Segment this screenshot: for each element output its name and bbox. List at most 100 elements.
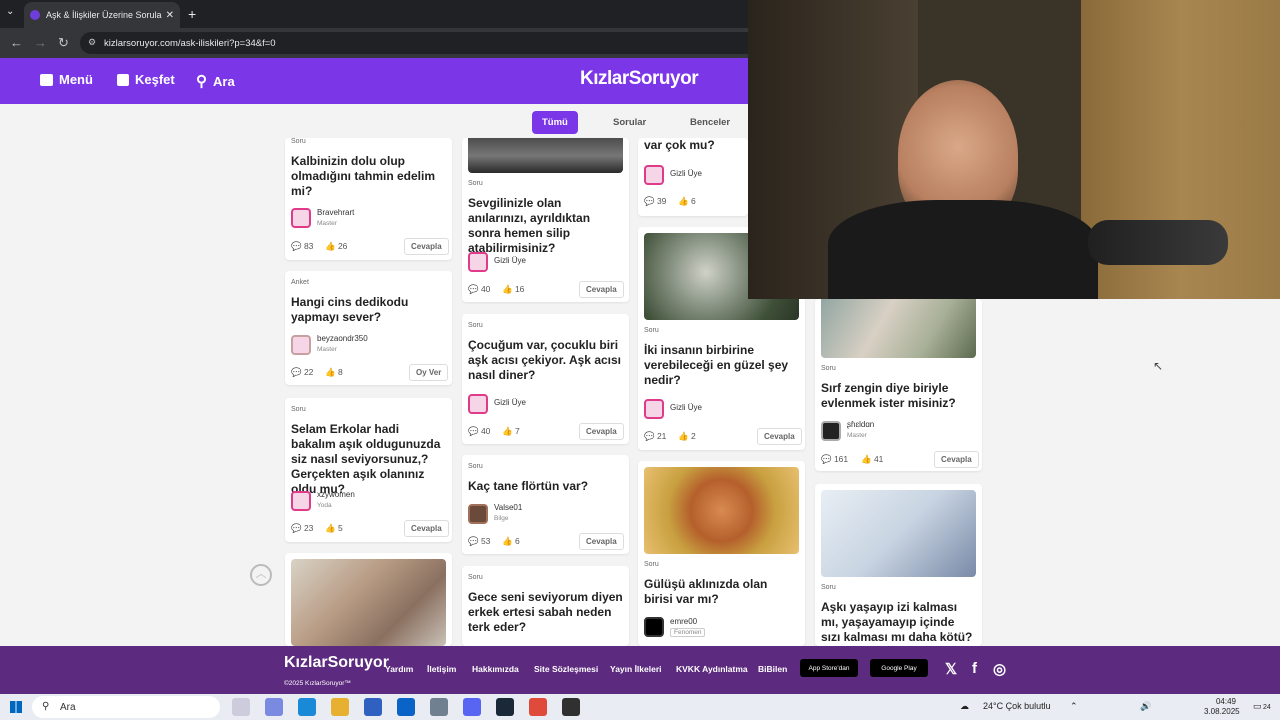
like-count[interactable]: 👍 6 <box>502 536 520 547</box>
avatar[interactable] <box>468 504 488 524</box>
like-count[interactable]: 👍 41 <box>861 454 883 465</box>
forward-icon[interactable]: → <box>34 35 47 50</box>
footer-link-kvkk[interactable]: KVKK Aydınlatma <box>676 664 748 674</box>
clock-date[interactable]: 3.08.2025 <box>1204 707 1240 716</box>
url-field[interactable]: ⚙ kizlarsoruyor.com/ask-iliskileri?p=34&… <box>80 32 780 54</box>
photos-icon[interactable] <box>430 698 448 716</box>
card-title[interactable]: Selam Erkolar hadi bakalım aşık oldugunu… <box>291 422 446 497</box>
question-card[interactable]: Soru Çocuğum var, çocuklu biri aşk acısı… <box>462 314 629 444</box>
question-card[interactable]: Soru Sırf zengin diye biriyle evlenmek i… <box>815 299 982 471</box>
footer-link-publishing[interactable]: Yayın İlkeleri <box>610 664 662 674</box>
avatar[interactable] <box>291 335 311 355</box>
card-image[interactable] <box>644 467 799 554</box>
footer-logo[interactable]: KızlarSoruyor <box>284 654 389 672</box>
avatar[interactable] <box>644 165 664 185</box>
footer-link-terms[interactable]: Site Sözleşmesi <box>534 664 598 674</box>
close-tab-icon[interactable]: ✕ <box>166 10 174 21</box>
poll-card[interactable]: Anket Hangi cins dedikodu yapmayı sever?… <box>285 271 452 385</box>
weather-text[interactable]: 24°C Çok bulutlu <box>983 701 1051 711</box>
like-count[interactable]: 👍 26 <box>325 241 347 252</box>
notification-icon[interactable]: ▭ <box>1253 701 1262 712</box>
card-image[interactable] <box>821 490 976 577</box>
outlook-icon[interactable] <box>397 698 415 716</box>
answer-button[interactable]: Cevapla <box>404 238 449 255</box>
reload-icon[interactable]: ↻ <box>58 35 69 51</box>
card-title[interactable]: Kaç tane flörtün var? <box>468 479 623 494</box>
discord-icon[interactable] <box>463 698 481 716</box>
x-icon[interactable]: 𝕏 <box>945 660 957 678</box>
question-card[interactable]: Soru Sevgilinizle olan anılarınızı, ayrı… <box>462 138 629 302</box>
avatar[interactable] <box>644 617 664 637</box>
explore-button[interactable]: Keşfet <box>117 72 175 87</box>
username[interactable]: xzywomen <box>317 490 355 499</box>
vote-button[interactable]: Oy Ver <box>409 364 449 381</box>
avatar[interactable] <box>291 491 311 511</box>
search-button[interactable]: ⚲ Ara <box>196 72 235 90</box>
filter-opinions[interactable]: Benceler <box>680 111 740 134</box>
like-count[interactable]: 👍 2 <box>678 431 696 442</box>
clock-time[interactable]: 04:49 <box>1204 697 1236 706</box>
like-count[interactable]: 👍 16 <box>502 284 524 295</box>
task-view-icon[interactable] <box>232 698 250 716</box>
answer-button[interactable]: Cevapla <box>404 520 449 537</box>
username[interactable]: Gizli Üye <box>494 256 526 265</box>
facebook-icon[interactable]: f <box>972 660 977 677</box>
card-image[interactable] <box>821 299 976 358</box>
steam-icon[interactable] <box>496 698 514 716</box>
username[interactable]: emre00 <box>670 617 697 626</box>
question-card[interactable] <box>285 553 452 646</box>
browser-tab[interactable]: Aşk & İlişkiler Üzerine Sorular - ✕ <box>24 2 180 28</box>
username[interactable]: Gizli Üye <box>494 398 526 407</box>
tray-overflow-icon[interactable]: ⌃ <box>1070 701 1078 712</box>
question-card[interactable]: Soru Aşkı yaşayıp izi kalması mı, yaşaya… <box>815 484 982 646</box>
back-icon[interactable]: ← <box>10 35 23 50</box>
filter-questions[interactable]: Sorular <box>603 111 656 134</box>
answer-button[interactable]: Cevapla <box>579 533 624 550</box>
answer-button[interactable]: Cevapla <box>757 428 802 445</box>
question-card[interactable]: Soru Selam Erkolar hadi bakalım aşık old… <box>285 398 452 542</box>
edge-icon[interactable] <box>298 698 316 716</box>
card-title[interactable]: Kalbinizin dolu olup olmadığını tahmin e… <box>291 154 443 199</box>
question-card[interactable]: Soru Kalbinizin dolu olup olmadığını tah… <box>285 138 452 260</box>
card-title[interactable]: var çok mu? <box>644 138 748 153</box>
question-card[interactable]: Soru Kaç tane flörtün var? Valse01 Bilge… <box>462 455 629 554</box>
menu-button[interactable]: Menü <box>40 72 93 87</box>
answer-button[interactable]: Cevapla <box>934 451 979 468</box>
card-title[interactable]: İki insanın birbirine verebileceği en gü… <box>644 343 799 388</box>
card-title[interactable]: Çocuğum var, çocuklu biri aşk acısı çeki… <box>468 338 623 383</box>
card-title[interactable]: Gülüşü aklınızda olan birisi var mı? <box>644 577 799 607</box>
app-store-button[interactable]: App Store'dan <box>800 659 858 677</box>
avatar[interactable] <box>468 252 488 272</box>
like-count[interactable]: 👍 5 <box>325 523 343 534</box>
avatar[interactable] <box>291 208 311 228</box>
answer-button[interactable]: Cevapla <box>579 423 624 440</box>
answer-button[interactable]: Cevapla <box>579 281 624 298</box>
username[interactable]: Gizli Üye <box>670 403 702 412</box>
username[interactable]: beyzaondr350 <box>317 334 368 343</box>
store-icon[interactable] <box>364 698 382 716</box>
username[interactable]: Bravehrart <box>317 208 354 217</box>
card-title[interactable]: Sırf zengin diye biriyle evlenmek ister … <box>821 381 976 411</box>
footer-link-about[interactable]: Hakkımızda <box>472 664 519 674</box>
footer-link-contact[interactable]: İletişim <box>427 664 456 674</box>
obs-icon[interactable] <box>562 698 580 716</box>
avatar[interactable] <box>468 394 488 414</box>
weather-icon[interactable]: ☁ <box>960 701 969 712</box>
card-image[interactable] <box>291 559 446 646</box>
question-card[interactable]: Soru Gece seni seviyorum diyen erkek ert… <box>462 566 629 646</box>
like-count[interactable]: 👍 6 <box>678 196 696 207</box>
like-count[interactable]: 👍 8 <box>325 367 343 378</box>
footer-link-help[interactable]: Yardım <box>385 664 413 674</box>
avatar[interactable] <box>821 421 841 441</box>
card-title[interactable]: Gece seni seviyorum diyen erkek ertesi s… <box>468 590 623 635</box>
instagram-icon[interactable]: ◎ <box>993 660 1006 678</box>
like-count[interactable]: 👍 7 <box>502 426 520 437</box>
tab-list-icon[interactable]: ⌄ <box>6 6 14 17</box>
card-image[interactable] <box>468 138 623 173</box>
site-logo[interactable]: KızlarSoruyor <box>580 68 699 90</box>
card-title[interactable]: Hangi cins dedikodu yapmayı sever? <box>291 295 443 325</box>
username[interactable]: ʂɦɛldɑn <box>847 420 874 429</box>
footer-link-bibilen[interactable]: BiBilen <box>758 664 787 674</box>
scroll-up-button[interactable]: ︿ <box>250 564 272 586</box>
copilot-icon[interactable] <box>265 698 283 716</box>
